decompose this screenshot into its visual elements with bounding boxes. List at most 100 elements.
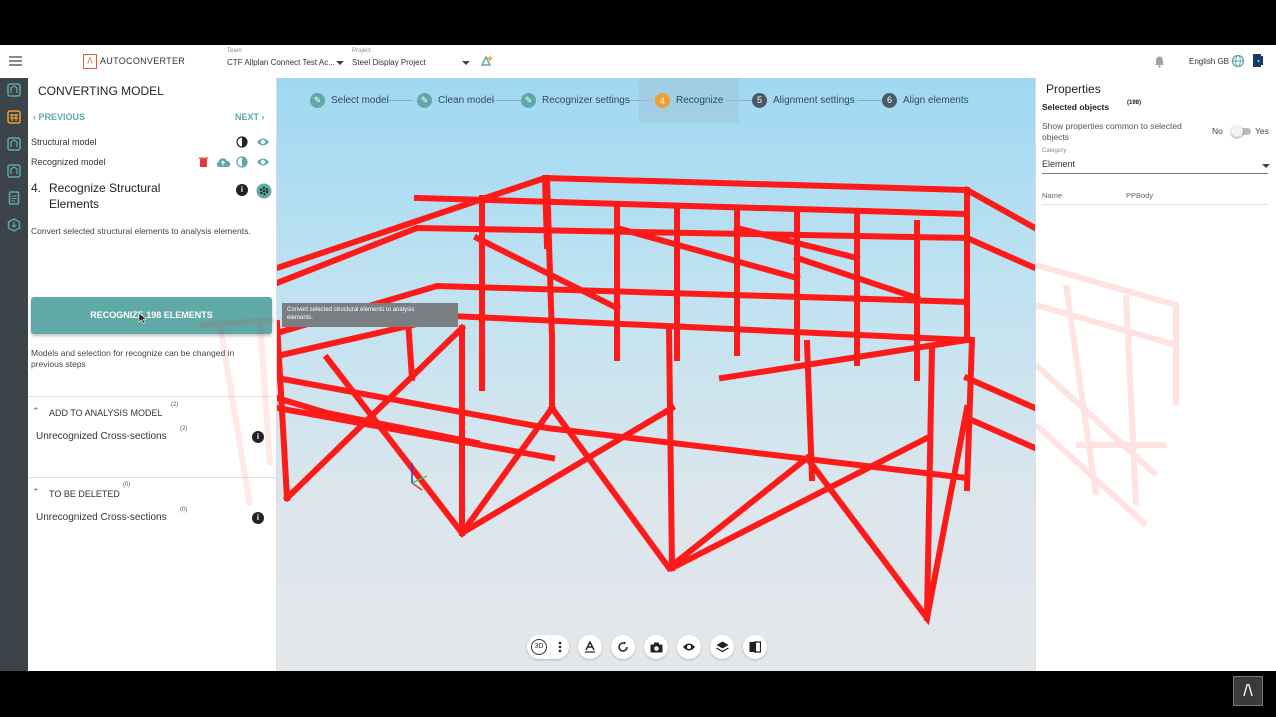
steel-structure-model[interactable] [277, 78, 1035, 671]
team-chevron-down-icon[interactable] [336, 61, 344, 65]
project-label: Project [352, 48, 371, 54]
logout-door-icon[interactable] [1251, 53, 1265, 68]
compare-split-icon[interactable] [743, 635, 767, 659]
visibility-eye-icon[interactable] [677, 635, 701, 659]
document-icon[interactable] [7, 191, 21, 205]
step-label: Recognizer settings [542, 94, 630, 106]
step-description: Convert selected structural elements to … [31, 226, 251, 236]
previous-label: PREVIOUS [38, 112, 86, 122]
tooltip-line2: elements. [287, 315, 314, 321]
category-underline [1042, 173, 1268, 174]
category-label: Category [1042, 148, 1067, 154]
team-select[interactable]: CTF Allplan Connect Test Ac... [227, 58, 335, 67]
step-title-line2: Elements [49, 197, 100, 211]
conversion-stepper: ✎ Select model ✎ Clean model ✎ Recognize… [277, 78, 1035, 123]
unrecognized-cross-sections-item[interactable]: Unrecognized Cross-sections [36, 431, 167, 442]
step-number: 4. [31, 181, 42, 195]
pencil-icon: ✎ [310, 92, 325, 108]
step-title: Recognize Structural [49, 181, 161, 195]
category-chevron-down-icon[interactable] [1262, 164, 1270, 168]
collapse-chevron-up-icon[interactable]: ⌃ [32, 406, 40, 417]
item-count-badge: (2) [180, 426, 188, 432]
eye-icon[interactable] [256, 136, 270, 148]
common-properties-label: Show properties common to selected objec… [1042, 121, 1182, 143]
property-row-divider [1042, 204, 1268, 205]
unrecognized-cross-sections-item[interactable]: Unrecognized Cross-sections [36, 512, 167, 523]
layers-icon[interactable] [710, 635, 734, 659]
reset-view-icon[interactable] [611, 635, 635, 659]
chevron-left-icon: ‹ [33, 112, 36, 122]
add-project-icon[interactable] [480, 54, 494, 68]
project-chevron-down-icon[interactable] [462, 61, 470, 65]
structural-model-label: Structural model [31, 137, 97, 147]
step-clean-model[interactable]: ✎ Clean model [417, 90, 494, 110]
step-connector [387, 100, 413, 101]
camera-icon[interactable] [644, 635, 668, 659]
previous-button[interactable]: ‹ PREVIOUS [33, 112, 85, 122]
more-options-icon[interactable] [551, 635, 569, 659]
viewer-toolbar: 3D [527, 635, 776, 663]
3d-viewport[interactable]: ✎ Select model ✎ Clean model ✎ Recognize… [277, 78, 1035, 671]
step-label: Align elements [903, 94, 969, 106]
recognized-model-label: Recognized model [31, 157, 106, 167]
globe-icon[interactable] [1231, 54, 1245, 68]
step-connector [857, 100, 882, 101]
team-label: Team [227, 48, 242, 54]
bell-icon[interactable] [1153, 55, 1166, 68]
next-label: NEXT [235, 112, 260, 122]
annotation-icon[interactable] [578, 635, 602, 659]
tooltip-line1: Convert selected structural elements to … [287, 307, 415, 313]
panel-title: CONVERTING MODEL [38, 84, 164, 98]
step-recognizer-settings[interactable]: ✎ Recognizer settings [521, 90, 630, 110]
view-3d-button[interactable]: 3D [527, 635, 551, 659]
step-align-elements[interactable]: 6 Align elements [882, 90, 969, 110]
cloud-upload-icon[interactable] [215, 156, 231, 168]
toggle-yes-label: Yes [1255, 126, 1269, 136]
add-count-badge: (2) [171, 402, 179, 408]
mouse-cursor-icon [138, 312, 147, 324]
project-select[interactable]: Steel Display Project [352, 58, 426, 67]
language-selector[interactable]: English GB [1189, 57, 1229, 66]
info-icon[interactable]: i [236, 184, 248, 196]
step-number-badge: 4 [655, 93, 670, 108]
add-to-analysis-header[interactable]: ADD TO ANALYSIS MODEL [49, 408, 163, 418]
step-label: Clean model [438, 94, 495, 106]
analysis-model-icon[interactable] [7, 137, 21, 151]
step-recognize[interactable]: 4 Recognize [639, 78, 740, 123]
chevron-right-icon: › [261, 112, 265, 122]
contrast-icon[interactable] [236, 136, 248, 148]
pencil-icon: ✎ [521, 92, 536, 108]
step-number-badge: 6 [882, 92, 897, 108]
app-logo-icon: /\ [83, 54, 97, 69]
collapse-chevron-up-icon[interactable]: ⌃ [32, 487, 40, 498]
corner-logo-icon: /\ [1233, 676, 1263, 706]
faded-model-overlay [200, 317, 276, 506]
next-button[interactable]: NEXT › [235, 112, 265, 122]
export-model-icon[interactable] [7, 218, 21, 232]
model-import-icon[interactable] [7, 83, 21, 97]
pencil-icon: ✎ [417, 92, 432, 108]
contrast-icon[interactable] [236, 156, 248, 168]
app-window: /\ AUTOCONVERTER Team CTF Allplan Connec… [0, 45, 1276, 671]
common-properties-toggle[interactable] [1231, 125, 1253, 137]
step-select-model[interactable]: ✎ Select model [310, 90, 389, 110]
step-connector [492, 100, 522, 101]
settings-gear-icon[interactable] [256, 183, 272, 199]
properties-panel: Properties Selected objects (198) Show p… [1035, 78, 1276, 671]
eye-icon[interactable] [256, 156, 270, 168]
results-model-icon[interactable] [7, 164, 21, 178]
step-number-badge: 5 [752, 92, 767, 108]
convert-model-icon[interactable] [7, 110, 21, 124]
top-bar: /\ AUTOCONVERTER Team CTF Allplan Connec… [0, 45, 1276, 79]
name-value: PPBody [1126, 191, 1154, 200]
delete-icon[interactable] [198, 156, 209, 168]
step-alignment-settings[interactable]: 5 Alignment settings [752, 90, 855, 110]
hamburger-menu-icon[interactable] [9, 56, 22, 66]
common-line1: Show properties common to selected [1042, 121, 1182, 131]
step-label: Alignment settings [773, 94, 855, 106]
view-3d-label: 3D [531, 639, 547, 655]
name-label: Name [1042, 191, 1063, 200]
to-be-deleted-header[interactable]: TO BE DELETED [49, 489, 120, 499]
category-select[interactable]: Element [1042, 159, 1075, 169]
faded-model-overlay [1036, 262, 1179, 528]
